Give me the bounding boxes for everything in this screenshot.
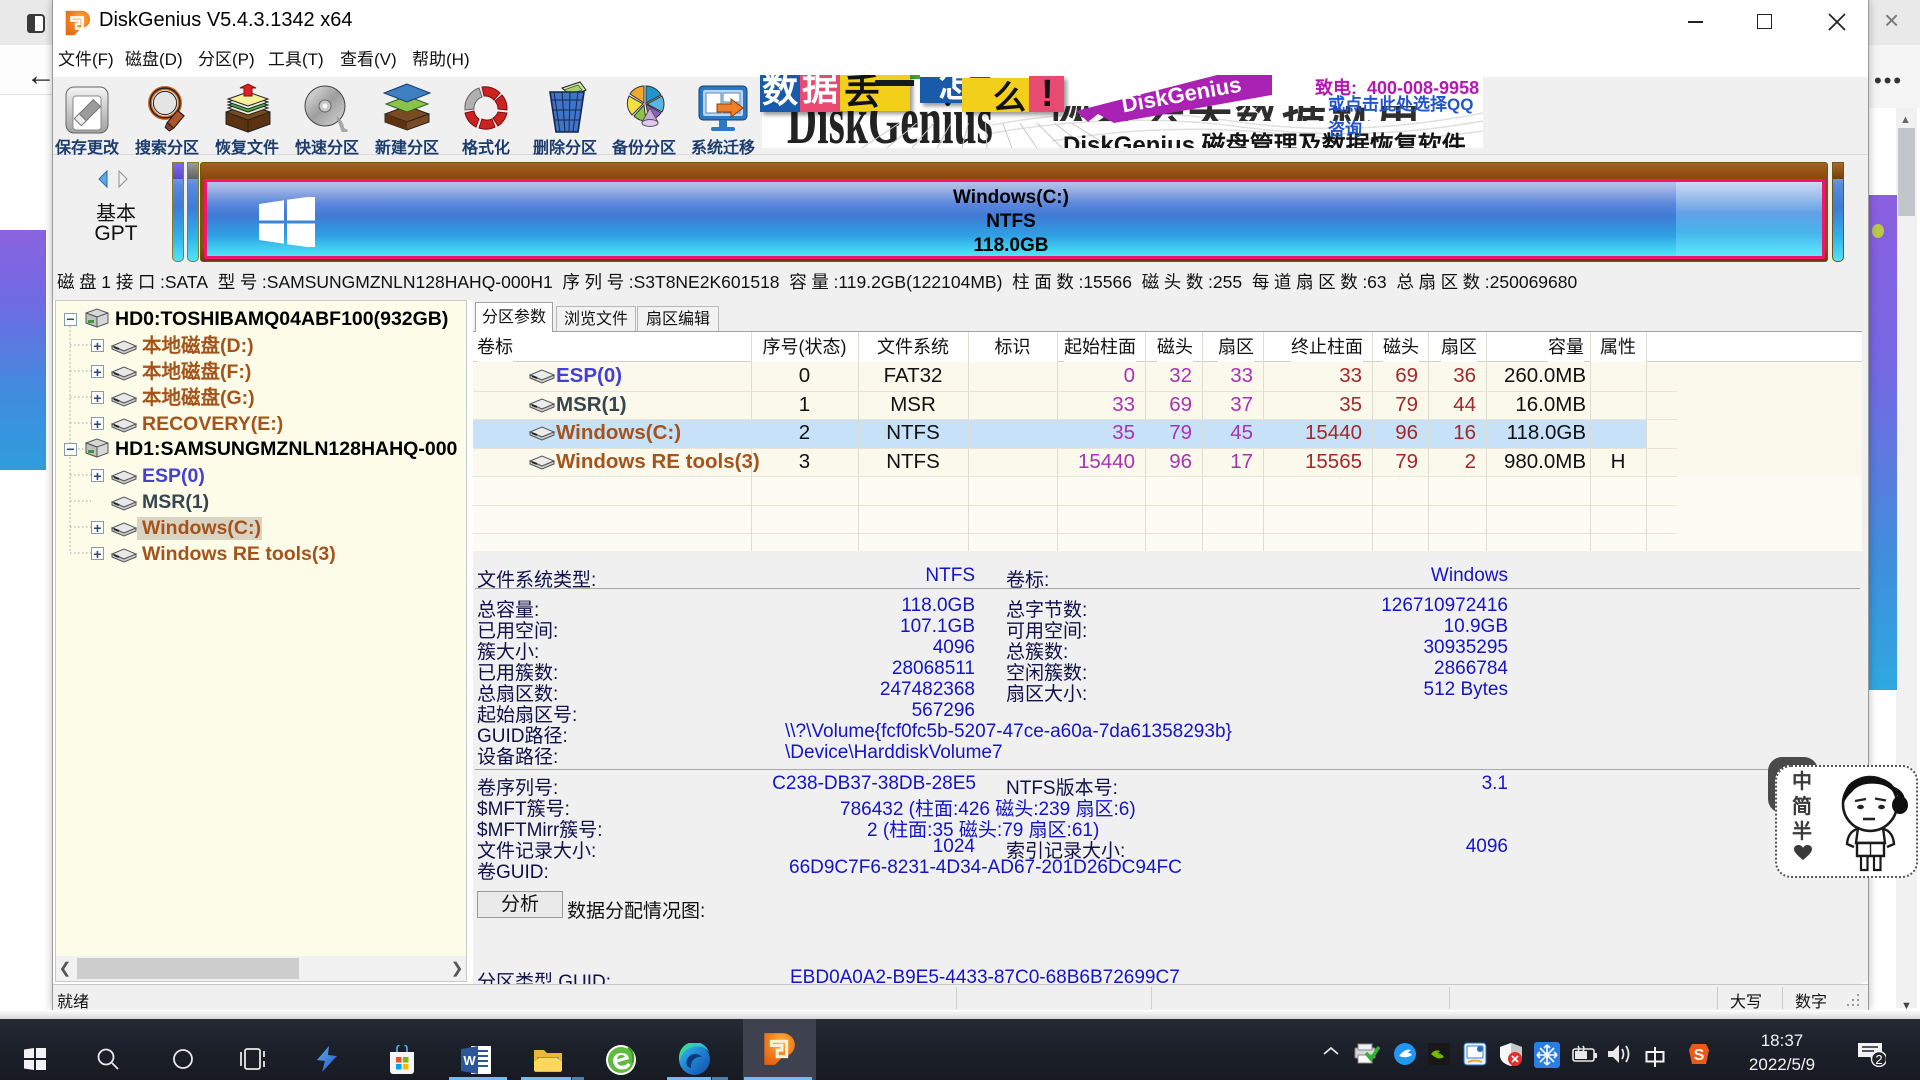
svg-text:W: W — [463, 1053, 476, 1068]
svg-text:2: 2 — [1875, 1052, 1882, 1067]
svg-text:S: S — [1694, 1047, 1705, 1064]
